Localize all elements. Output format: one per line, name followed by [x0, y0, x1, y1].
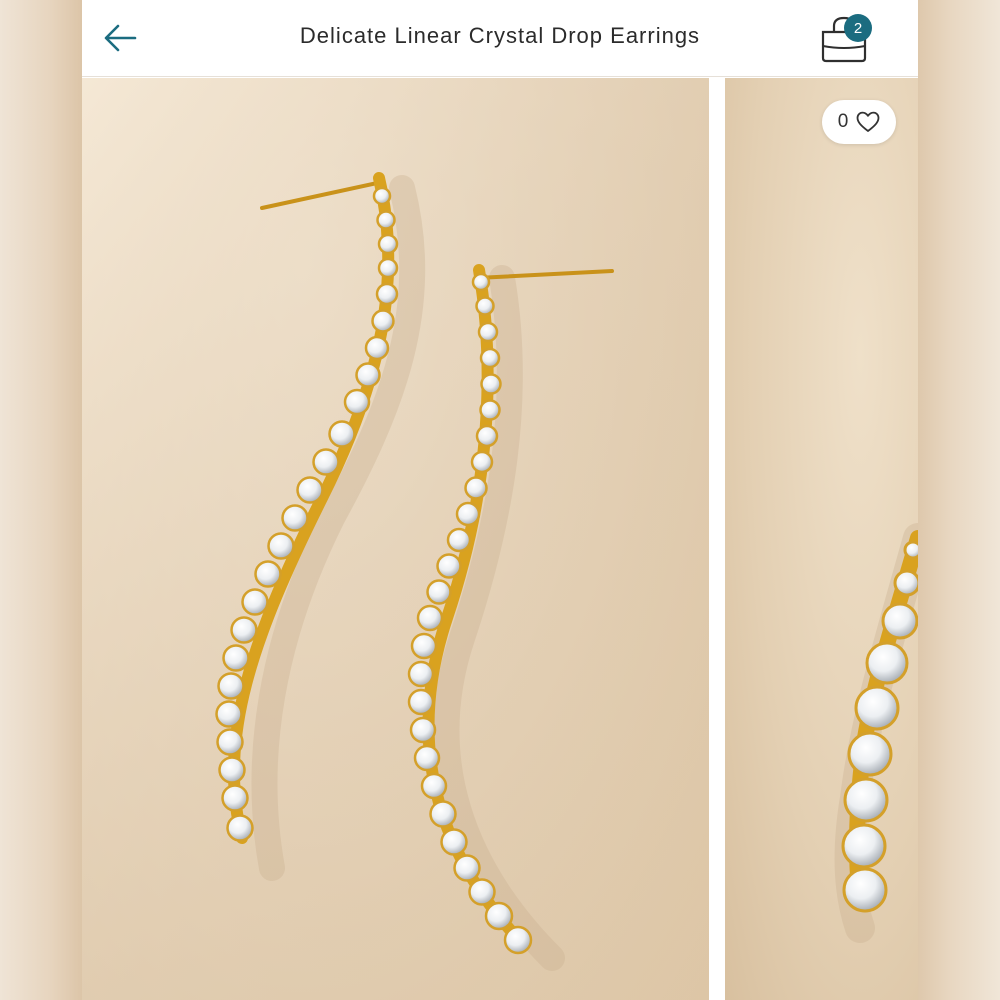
page-title: Delicate Linear Crystal Drop Earrings: [299, 23, 701, 48]
cart-count-badge: 2: [844, 14, 872, 42]
back-button[interactable]: [100, 18, 140, 58]
product-photo[interactable]: [82, 78, 709, 1000]
heart-outline-icon: [856, 111, 880, 132]
product-image-gallery[interactable]: 0: [82, 78, 918, 1000]
right-backdrop: [918, 0, 1000, 1000]
cart-button[interactable]: 2: [816, 12, 876, 64]
top-bar: Delicate Linear Crystal Drop Earrings 2: [82, 0, 918, 77]
app-screen: Delicate Linear Crystal Drop Earrings 2: [82, 0, 918, 1000]
like-count: 0: [837, 111, 849, 132]
favorite-button[interactable]: 0: [822, 100, 896, 144]
earring-closeup-image: [834, 523, 918, 943]
left-backdrop: [0, 0, 82, 1000]
next-product-photo[interactable]: 0: [725, 78, 918, 1000]
earrings-image: [82, 78, 709, 1000]
arrow-left-icon: [104, 24, 137, 52]
